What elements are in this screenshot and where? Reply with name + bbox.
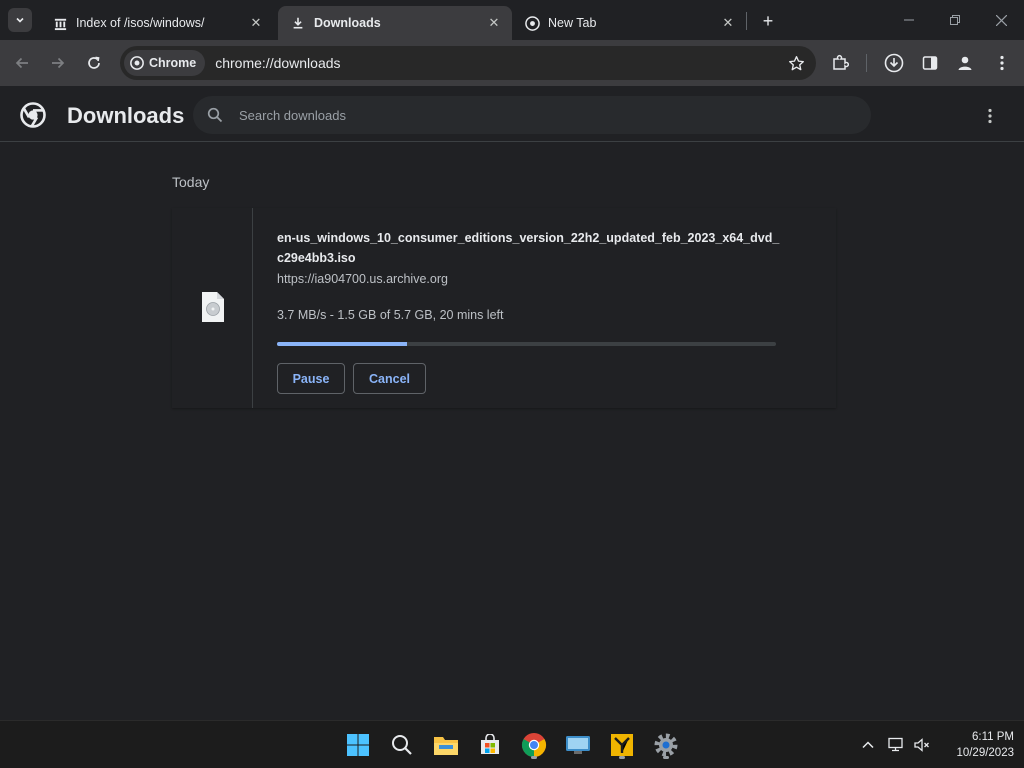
windows-taskbar: 6:11 PM 10/29/2023 [0,720,1024,768]
download-progress-bar [277,342,776,346]
side-panel-button[interactable] [916,49,944,77]
tools-button[interactable] [606,729,638,761]
store-button[interactable] [474,729,506,761]
tab-index-of-isos[interactable]: Index of /isos/windows/ ✕ [40,6,274,40]
page-title: Downloads [67,103,185,128]
remote-desktop-button[interactable] [562,729,594,761]
profile-button[interactable] [951,49,979,77]
tab-strip: Index of /isos/windows/ ✕ Downloads ✕ Ne… [0,0,1024,40]
search-downloads-input[interactable] [239,107,839,123]
start-icon [347,734,369,756]
profile-icon [958,56,972,70]
reload-button[interactable] [80,49,108,77]
search-icon [205,105,225,125]
remote-desktop-icon [566,736,590,754]
bookmark-star-icon[interactable] [786,53,806,73]
download-source-url[interactable]: https://ia904700.us.archive.org [277,272,448,286]
extensions-button[interactable] [826,49,854,77]
chevron-up-icon [862,741,874,749]
start-button[interactable] [342,729,374,761]
network-icon [888,737,903,752]
volume-status[interactable] [910,733,934,757]
taskbar-search-button[interactable] [386,729,418,761]
restore-button[interactable] [932,0,978,40]
download-item: en-us_windows_10_consumer_editions_versi… [172,208,836,408]
file-icon [202,292,224,322]
search-box[interactable] [193,96,871,134]
card-divider [252,208,253,408]
clock-date: 10/29/2023 [956,747,1014,759]
tab-downloads[interactable]: Downloads ✕ [278,6,512,40]
close-icon[interactable]: ✕ [720,15,736,31]
browser-toolbar: Chrome chrome://downloads [0,40,1024,86]
clock-time: 6:11 PM [972,731,1014,743]
settings-button[interactable] [650,729,682,761]
volume-muted-icon [914,738,929,752]
close-icon [995,14,1007,26]
pause-button[interactable]: Pause [277,363,345,394]
taskbar-clock[interactable]: 6:11 PM 10/29/2023 [940,729,1014,761]
cancel-button[interactable]: Cancel [353,363,426,394]
chrome-taskbar-button[interactable] [518,729,550,761]
puzzle-icon [833,54,849,70]
running-indicator [619,756,625,759]
plus-icon: + [762,10,774,31]
file-explorer-button[interactable] [430,729,462,761]
arrow-left-icon [15,57,28,69]
search-icon [392,735,412,755]
chrome-logo-icon [20,102,46,128]
running-indicator [531,756,537,759]
show-hidden-icons-button[interactable] [856,733,880,757]
site-info-chip[interactable]: Chrome [124,50,206,76]
close-icon[interactable]: ✕ [486,15,502,31]
downloads-button[interactable] [880,49,908,77]
chrome-icon [524,15,540,31]
arrow-right-icon [52,57,65,69]
tools-icon [611,734,633,756]
toolbar-separator [866,54,867,72]
minimize-icon [904,19,914,21]
tab-title: Downloads [314,16,381,30]
close-icon[interactable]: ✕ [248,15,264,31]
file-explorer-icon [434,737,458,755]
tab-new-tab[interactable]: New Tab ✕ [512,6,746,40]
chrome-icon [521,733,547,757]
chrome-icon [130,56,144,70]
progress-fill [277,342,407,346]
tab-title: New Tab [548,16,597,30]
chip-label: Chrome [149,56,197,70]
more-vert-icon [1000,55,1004,71]
network-status[interactable] [884,733,908,757]
chevron-down-icon [16,17,24,23]
tab-search-button[interactable] [8,8,32,32]
more-vert-icon [988,108,992,124]
download-filename[interactable]: en-us_windows_10_consumer_editions_versi… [277,228,782,268]
downloads-menu-button[interactable] [978,104,1002,128]
store-icon [481,734,499,754]
forward-button[interactable] [44,49,72,77]
archive-icon [52,15,68,31]
running-indicator [663,756,669,759]
minimize-button[interactable] [886,0,932,40]
new-tab-button[interactable]: + [756,9,780,33]
back-button[interactable] [8,49,36,77]
restore-icon [950,15,960,25]
tab-title: Index of /isos/windows/ [76,16,205,30]
side-panel-icon [922,56,938,70]
download-status: 3.7 MB/s - 1.5 GB of 5.7 GB, 20 mins lef… [277,308,504,322]
downloads-header: Downloads [0,86,1024,142]
download-icon [290,15,306,31]
settings-icon [654,733,678,757]
date-group-label: Today [172,174,210,190]
omnibox[interactable]: Chrome chrome://downloads [120,46,816,80]
reload-icon [88,56,100,69]
close-window-button[interactable] [978,0,1024,40]
chrome-menu-button[interactable] [988,49,1016,77]
tab-separator [746,12,747,30]
download-circle-icon [884,53,904,73]
url-text[interactable]: chrome://downloads [215,55,340,71]
